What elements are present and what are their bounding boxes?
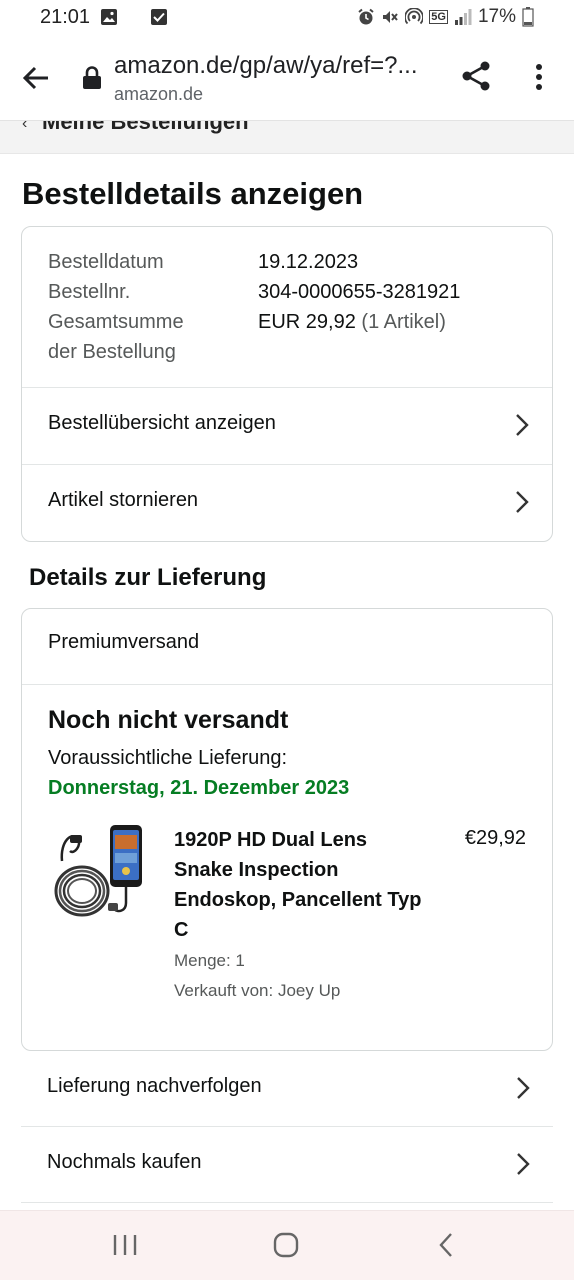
product-name[interactable]: 1920P HD Dual Lens Snake Inspection Endo… [174,825,424,945]
recent-apps-icon[interactable] [112,1231,138,1259]
order-number-value: 304-0000655-3281921 [258,281,461,303]
buy-again-link[interactable]: Nochmals kaufen [21,1127,553,1203]
chevron-right-icon [516,491,529,513]
product-price: €29,92 [464,827,526,849]
product-image[interactable] [52,821,148,921]
chevron-right-icon [516,414,529,436]
order-date-label: Bestelldatum [48,251,164,273]
delivery-card: Premiumversand Noch nicht versandt Vorau… [21,608,553,1051]
back-icon[interactable] [436,1231,456,1259]
view-order-summary-link[interactable]: Bestellübersicht anzeigen [22,388,552,464]
track-package-link[interactable]: Lieferung nachverfolgen [21,1051,553,1127]
home-icon[interactable] [272,1231,300,1259]
page-title: Bestelldetails anzeigen [22,176,364,211]
buy-again-label: Nochmals kaufen [47,1151,202,1173]
order-total-label-line2: der Bestellung [48,341,176,363]
divider [22,684,552,685]
order-summary-card: Bestelldatum 19.12.2023 Bestellnr. 304-0… [21,226,553,542]
order-total-amount: EUR 29,92 [258,311,356,333]
more-vert-icon[interactable] [532,62,546,92]
shipment-status: Noch nicht versandt [48,706,289,734]
order-number-label: Bestellnr. [48,281,131,303]
mute-icon [383,11,399,23]
delivery-section-title: Details zur Lieferung [29,564,267,591]
hotspot-icon [405,8,424,25]
view-order-summary-label: Bestellübersicht anzeigen [48,412,276,434]
breadcrumb-label[interactable]: Meine Bestellungen [42,121,249,135]
chevron-right-icon [517,1077,530,1099]
url-domain: amazon.de [114,84,204,104]
chevron-left-icon: ‹ [22,120,28,132]
5g-icon: 5G [429,10,448,24]
checkbox-icon [151,9,167,25]
signal-icon [454,9,472,25]
battery-level: 17% [477,6,516,27]
status-icons: 5G 17% [357,6,534,28]
track-package-label: Lieferung nachverfolgen [47,1075,262,1097]
back-arrow-icon[interactable] [22,64,50,92]
order-item-count: (1 Artikel) [361,311,446,333]
order-total-value: EUR 29,92 (1 Artikel) [258,311,446,334]
lock-icon[interactable] [82,66,102,90]
gallery-icon [101,9,117,25]
status-bar: 21:01 5G 17% [0,0,574,36]
product-seller: Verkauft von: Joey Up [174,981,341,1000]
cancel-items-label: Artikel stornieren [48,489,199,511]
eta-date: Donnerstag, 21. Dezember 2023 [48,777,350,799]
chevron-right-icon [517,1153,530,1175]
product-quantity: Menge: 1 [174,951,245,970]
cancel-items-link[interactable]: Artikel stornieren [22,465,552,541]
alarm-icon [358,8,374,25]
system-nav-bar [0,1210,574,1280]
browser-toolbar: amazon.de/gp/aw/ya/ref=?... amazon.de [0,36,574,120]
shipping-method: Premiumversand [48,631,200,653]
order-total-label-line1: Gesamtsumme [48,311,184,333]
order-date-value: 19.12.2023 [258,251,359,273]
eta-label: Voraussichtliche Lieferung: [48,747,288,769]
battery-icon [522,7,534,27]
status-time: 21:01 [40,6,91,28]
share-icon[interactable] [460,60,492,92]
breadcrumb[interactable]: ‹ Meine Bestellungen [0,120,574,154]
url-text[interactable]: amazon.de/gp/aw/ya/ref=?... [114,52,434,80]
